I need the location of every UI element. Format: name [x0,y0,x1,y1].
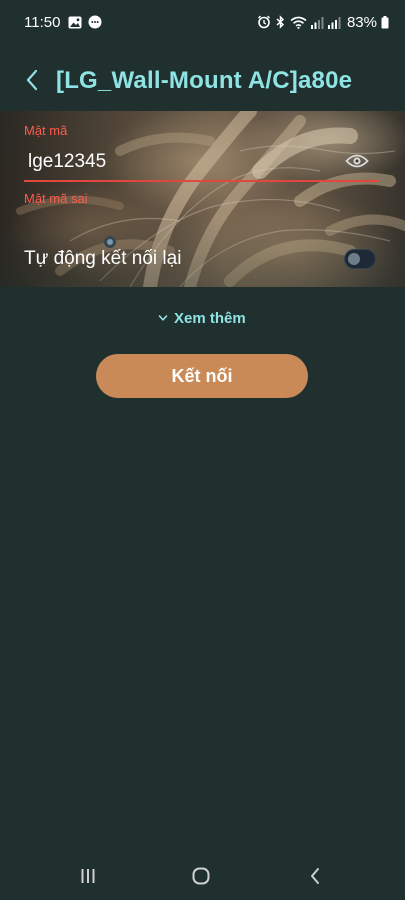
toggle-visibility-button[interactable] [344,152,370,174]
home-icon [192,867,210,890]
recent-apps-button[interactable] [73,866,103,890]
password-error: Mật mã sai [24,191,88,206]
back-icon [309,867,321,890]
see-more-label: Xem thêm [174,309,246,327]
connect-button[interactable]: Kết nối [96,354,308,398]
navigation-bar [0,856,405,900]
bluetooth-icon [275,15,286,29]
alarm-icon [257,15,271,29]
password-label: Mật mã [24,123,68,138]
chat-bubble-icon [88,15,102,29]
signal-icon [327,16,341,29]
chevron-down-icon [158,309,168,327]
password-input[interactable] [28,151,328,173]
recent-apps-icon [80,868,96,889]
see-more-button[interactable]: Xem thêm [158,308,246,328]
auto-reconnect-toggle[interactable] [344,249,376,269]
wifi-password-screen: 11:50 83% [LG_Wall-Mount A/C]a80e Mật mã… [0,0,405,900]
chevron-left-icon [25,69,39,96]
status-time: 11:50 [24,13,61,31]
eye-icon [345,153,369,174]
auto-reconnect-label: Tự động kết nối lại [24,248,182,269]
toggle-knob [348,253,360,265]
header: [LG_Wall-Mount A/C]a80e [0,58,405,106]
gallery-icon [68,16,82,29]
wifi-icon [290,16,307,29]
battery-icon [381,15,389,29]
battery-percent: 83% [346,13,377,31]
home-button[interactable] [186,866,216,890]
signal-icon [310,16,324,29]
password-underline [24,180,380,182]
page-title: [LG_Wall-Mount A/C]a80e [56,67,353,94]
status-bar: 11:50 83% [0,0,405,44]
status-right: 83% [257,14,389,31]
nav-back-button[interactable] [300,866,330,890]
connect-label: Kết nối [171,365,233,386]
back-button[interactable] [18,68,46,96]
status-left: 11:50 [24,14,102,31]
